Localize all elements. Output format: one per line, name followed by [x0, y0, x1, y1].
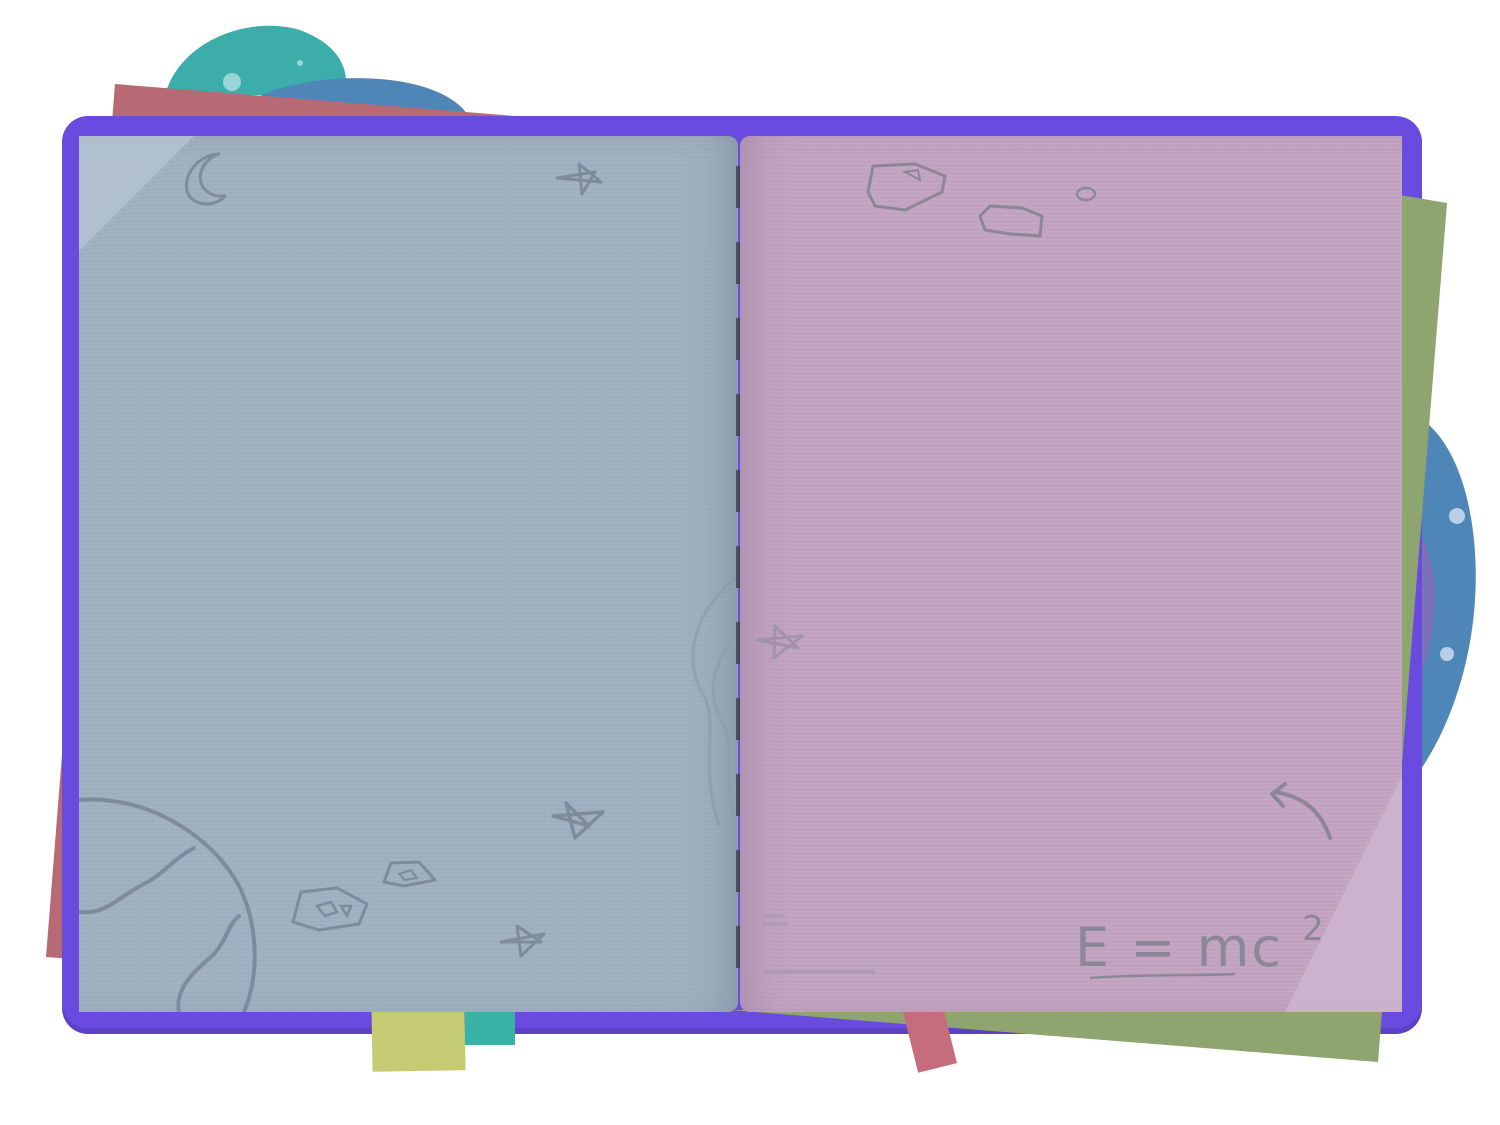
- right-page-doodles: E = mc 2: [756, 162, 1402, 1012]
- left-page-doodles: [79, 136, 738, 1012]
- planet-icon: [79, 797, 257, 1012]
- formula-base: E = mc: [1075, 916, 1283, 979]
- star-icon: [555, 162, 603, 196]
- right-page: E = mc 2: [740, 136, 1402, 1012]
- star-icon: [756, 624, 804, 660]
- asteroid-icon: [291, 886, 369, 932]
- yellow-bookmark-tab[interactable]: [371, 1004, 466, 1072]
- notebook-spine-stitching: [736, 166, 740, 996]
- curved-arrow-icon: [1270, 782, 1332, 840]
- star-icon: [551, 801, 605, 840]
- formula-text: E = mc 2: [1075, 909, 1326, 979]
- page-corner-fold: [79, 136, 194, 251]
- page-corner-fold: [1285, 776, 1402, 1012]
- asteroid-icon: [382, 860, 437, 888]
- left-page: [79, 136, 738, 1012]
- star-icon: [499, 924, 546, 958]
- moon-icon: [184, 152, 227, 206]
- asteroid-icon: [978, 204, 1044, 238]
- formula-superscript: 2: [1302, 909, 1326, 949]
